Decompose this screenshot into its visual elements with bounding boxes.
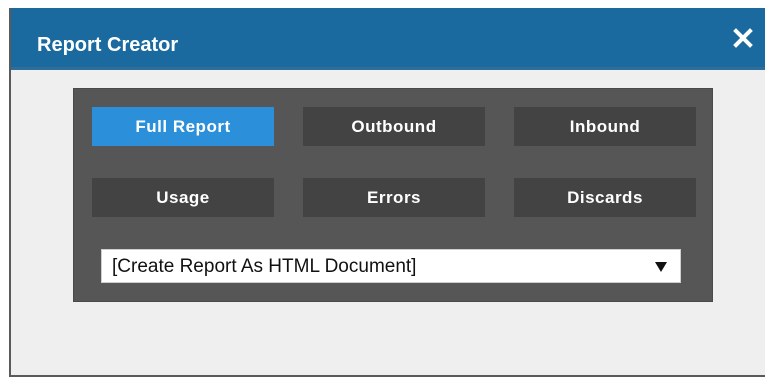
report-options-panel: Full Report Outbound Inbound Usage Error… xyxy=(73,88,713,302)
outbound-button[interactable]: Outbound xyxy=(303,107,485,146)
report-format-value: [Create Report As HTML Document] xyxy=(112,256,417,277)
inbound-button[interactable]: Inbound xyxy=(514,107,696,146)
full-report-button[interactable]: Full Report xyxy=(92,107,274,146)
report-format-select[interactable]: [Create Report As HTML Document] xyxy=(101,249,681,283)
close-icon[interactable] xyxy=(731,26,755,50)
discards-button[interactable]: Discards xyxy=(514,178,696,217)
dropdown-arrow-icon[interactable] xyxy=(654,260,668,274)
dialog-title: Report Creator xyxy=(37,34,179,56)
report-creator-dialog: Report Creator Full Report Outbound Inbo… xyxy=(9,8,765,377)
usage-button[interactable]: Usage xyxy=(92,178,274,217)
errors-button[interactable]: Errors xyxy=(303,178,485,217)
dialog-titlebar: Report Creator xyxy=(11,8,765,70)
